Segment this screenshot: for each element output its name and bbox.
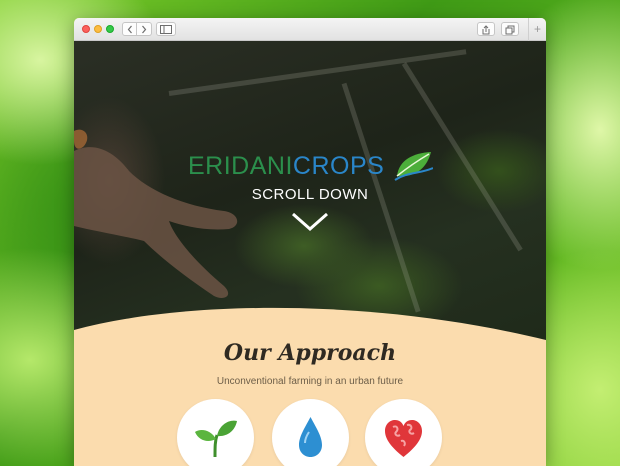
scroll-down-label[interactable]: SCROLL DOWN <box>74 186 546 203</box>
back-button[interactable] <box>122 22 137 36</box>
approach-title: Our Approach <box>223 340 397 366</box>
hero-section: ERIDANICROPS SCROLL DOWN <box>74 41 546 341</box>
zoom-window-button[interactable] <box>106 25 114 33</box>
sidebar-button[interactable] <box>156 22 176 36</box>
logo[interactable]: ERIDANICROPS <box>188 150 433 182</box>
hand-image <box>74 129 238 298</box>
sprout-icon <box>195 420 237 458</box>
new-tab-button[interactable]: + <box>528 18 546 41</box>
heart-globe-icon <box>385 420 422 457</box>
approach-subtitle: Unconventional farming in an urban futur… <box>216 376 404 387</box>
chevron-right-icon <box>142 25 147 34</box>
feature-sprout[interactable] <box>177 399 254 466</box>
logo-word-eridani: ERIDANI <box>188 152 293 180</box>
chevron-down-icon[interactable] <box>291 211 329 233</box>
logo-text: ERIDANICROPS <box>188 151 384 181</box>
sidebar-icon <box>160 25 172 34</box>
browser-window: + ERIDANICROPS SCROLL DOWN Our Approach <box>74 18 546 466</box>
water-drop-icon <box>299 417 322 457</box>
browser-toolbar: + <box>74 18 546 41</box>
minimize-window-button[interactable] <box>94 25 102 33</box>
forward-button[interactable] <box>137 22 152 36</box>
feature-water[interactable] <box>272 399 349 466</box>
tabs-icon <box>505 25 515 35</box>
share-button[interactable] <box>477 22 495 36</box>
show-tabs-button[interactable] <box>501 22 519 36</box>
leaf-icon <box>394 152 433 181</box>
feature-heart-globe[interactable] <box>365 399 442 466</box>
chevron-left-icon <box>127 25 132 34</box>
share-icon <box>482 25 490 35</box>
logo-word-crops: CROPS <box>292 152 385 180</box>
close-window-button[interactable] <box>82 25 90 33</box>
